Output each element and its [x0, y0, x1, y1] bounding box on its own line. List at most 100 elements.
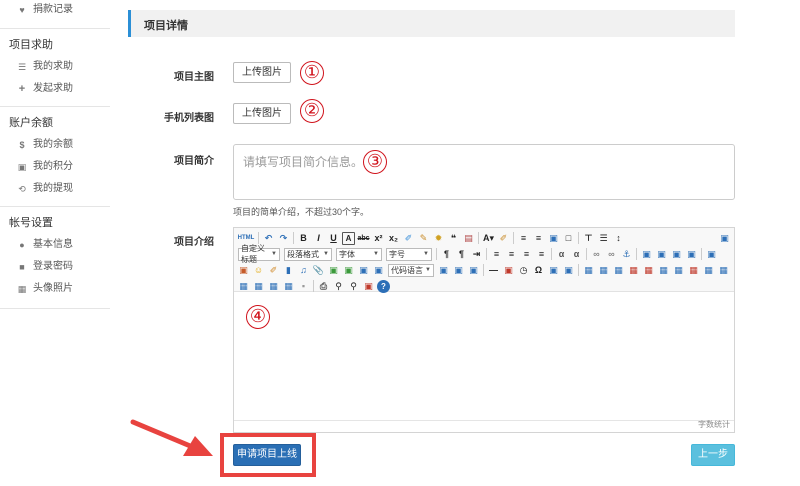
insert-table-icon[interactable]: ▦ — [582, 264, 595, 277]
align-right-icon[interactable]: ≡ — [520, 248, 533, 261]
rtl-icon[interactable]: ¶ — [455, 248, 468, 261]
ltr-icon[interactable]: ¶ — [440, 248, 453, 261]
rich-text-editor[interactable]: HTML ↶ ↷ B I U A abc x² x₂ ✐ ✎ ✹ ❝ ▤ A▾ … — [233, 227, 735, 433]
upload-mobile-image-button[interactable]: 上传图片 — [233, 103, 291, 124]
image-center-icon[interactable]: ▣ — [685, 248, 698, 261]
split-to-cols-icon[interactable]: ▦ — [267, 280, 280, 293]
attachment-icon[interactable]: 📎 — [312, 264, 325, 277]
insert-row-icon[interactable]: ▦ — [627, 264, 640, 277]
font-size-select[interactable]: 字号 ▼ — [386, 247, 432, 261]
chart-icon[interactable]: ▦ — [282, 280, 295, 293]
line-height-icon[interactable]: ↕ — [612, 232, 625, 245]
subscript-icon[interactable]: x₂ — [387, 232, 400, 245]
split-to-rows-icon[interactable]: ▦ — [252, 280, 265, 293]
insert-code-icon[interactable]: ▣ — [372, 264, 385, 277]
paragraph-format-select[interactable]: 段落格式 ▼ — [284, 247, 332, 261]
search-replace-icon[interactable]: ▣ — [562, 264, 575, 277]
merge-down-icon[interactable]: ▦ — [717, 264, 730, 277]
merge-right-icon[interactable]: ▦ — [702, 264, 715, 277]
date-icon[interactable]: ▣ — [502, 264, 515, 277]
row-spacing-top-icon[interactable]: ⊤ — [582, 232, 595, 245]
superscript-icon[interactable]: x² — [372, 232, 385, 245]
ordered-list-icon[interactable]: ≡ — [517, 232, 530, 245]
sidebar-item-withdraw[interactable]: ⟲ 我的提现 — [0, 178, 110, 200]
merge-cells-icon[interactable]: ▦ — [687, 264, 700, 277]
page-break-icon[interactable]: ▣ — [437, 264, 450, 277]
sidebar-item-points[interactable]: ▣ 我的积分 — [0, 156, 110, 178]
map-icon[interactable]: ▣ — [327, 264, 340, 277]
format-match-icon[interactable]: ✎ — [417, 232, 430, 245]
font-color-icon[interactable]: A▾ — [482, 232, 495, 245]
insert-col-icon[interactable]: ▦ — [657, 264, 670, 277]
sidebar-item-avatar[interactable]: ▦ 头像照片 — [0, 278, 110, 300]
clear-doc-icon[interactable]: □ — [562, 232, 575, 245]
scrawl-icon[interactable]: ✐ — [267, 264, 280, 277]
time-icon[interactable]: ◷ — [517, 264, 530, 277]
case-upper-icon[interactable]: α — [555, 248, 568, 261]
unordered-list-icon[interactable]: ≡ — [532, 232, 545, 245]
print-icon[interactable]: ⎙ — [317, 280, 330, 293]
background-icon[interactable]: ▣ — [467, 264, 480, 277]
delete-col-icon[interactable]: ▦ — [672, 264, 685, 277]
indent-icon[interactable]: ⇥ — [470, 248, 483, 261]
fullscreen-icon[interactable]: ▣ — [718, 232, 731, 245]
custom-title-select[interactable]: 自定义标题 ▼ — [238, 244, 280, 264]
gmap-icon[interactable]: ▣ — [342, 264, 355, 277]
sidebar-item-password[interactable]: ■ 登录密码 — [0, 256, 110, 278]
sidebar-item-my-requests[interactable]: ☰ 我的求助 — [0, 56, 110, 78]
code-language-select[interactable]: 代码语言 ▼ — [388, 263, 434, 277]
drafts-icon[interactable]: ▪ — [297, 280, 310, 293]
special-char-icon[interactable]: Ω — [532, 264, 545, 277]
sidebar-item-basic-info[interactable]: ● 基本信息 — [0, 234, 110, 256]
align-center-icon[interactable]: ≡ — [505, 248, 518, 261]
search-icon[interactable]: ⚲ — [347, 280, 360, 293]
insert-paragraph-before-table-icon[interactable]: ▦ — [612, 264, 625, 277]
simple-upload-icon[interactable]: ▣ — [705, 248, 718, 261]
wordimage-icon[interactable]: ▣ — [547, 264, 560, 277]
redo-icon[interactable]: ↷ — [277, 232, 290, 245]
delete-row-icon[interactable]: ▦ — [642, 264, 655, 277]
align-left-icon[interactable]: ≡ — [490, 248, 503, 261]
italic-icon[interactable]: I — [312, 232, 325, 245]
auto-typeset-icon[interactable]: ✹ — [432, 232, 445, 245]
insert-frame-icon[interactable]: ▣ — [357, 264, 370, 277]
align-justify-icon[interactable]: ≡ — [535, 248, 548, 261]
upload-main-image-button[interactable]: 上传图片 — [233, 62, 291, 83]
image-float-left-icon[interactable]: ▣ — [655, 248, 668, 261]
prev-step-button[interactable]: 上一步 — [691, 444, 735, 466]
image-float-none-icon[interactable]: ▣ — [640, 248, 653, 261]
split-to-cells-icon[interactable]: ▦ — [237, 280, 250, 293]
paste-plain-icon[interactable]: ▤ — [462, 232, 475, 245]
divider — [0, 308, 110, 309]
summary-textarea[interactable]: 请填写项目简介信息。 — [233, 144, 735, 200]
background-color-icon[interactable]: ✐ — [497, 232, 510, 245]
delete-table-icon[interactable]: ▦ — [597, 264, 610, 277]
blockquote-icon[interactable]: ❝ — [447, 232, 460, 245]
sidebar-item-new-request[interactable]: + 发起求助 — [0, 78, 110, 100]
submit-project-button[interactable]: 申请项目上线 — [233, 444, 301, 466]
emotion-icon[interactable]: ☺ — [252, 264, 265, 277]
insert-video-icon[interactable]: ▮ — [282, 264, 295, 277]
eraser-icon[interactable]: ✐ — [402, 232, 415, 245]
preview-icon[interactable]: ⚲ — [332, 280, 345, 293]
bold-icon[interactable]: B — [297, 232, 310, 245]
strikethrough-icon[interactable]: abc — [357, 232, 370, 245]
insert-image-icon[interactable]: ▣ — [237, 264, 250, 277]
select-all-icon[interactable]: ▣ — [547, 232, 560, 245]
unlink-icon[interactable]: ∞ — [605, 248, 618, 261]
paragraph-format-icon[interactable]: ☰ — [597, 232, 610, 245]
sidebar-item-balance[interactable]: $ 我的余额 — [0, 134, 110, 156]
sidebar-item-donations[interactable]: ♥ 捐款记录 — [0, 0, 110, 20]
help-doc-icon[interactable]: ▣ — [362, 280, 375, 293]
link-icon[interactable]: ∞ — [590, 248, 603, 261]
insert-music-icon[interactable]: ♫ — [297, 264, 310, 277]
underline-icon[interactable]: U — [327, 232, 340, 245]
font-border-icon[interactable]: A — [342, 231, 355, 245]
image-float-right-icon[interactable]: ▣ — [670, 248, 683, 261]
font-family-select[interactable]: 字体 ▼ — [336, 247, 382, 261]
help-icon[interactable]: ? — [377, 279, 390, 293]
horizontal-rule-icon[interactable]: — — [487, 264, 500, 277]
template-icon[interactable]: ▣ — [452, 264, 465, 277]
anchor-icon[interactable]: ⚓ — [620, 248, 633, 261]
case-lower-icon[interactable]: α — [570, 248, 583, 261]
